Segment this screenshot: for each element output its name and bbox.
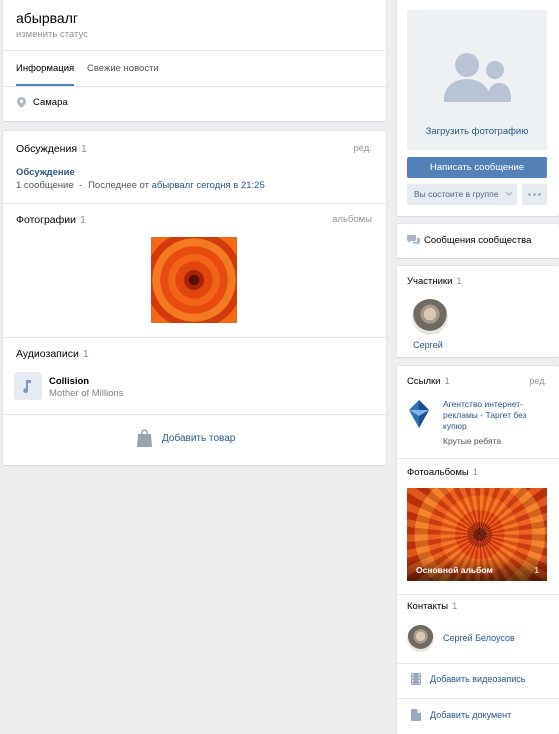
member-name: Сергей xyxy=(413,340,443,350)
divider xyxy=(397,594,559,595)
discussions-edit-link[interactable]: ред. xyxy=(353,143,372,154)
divider xyxy=(3,337,386,338)
community-messages-card[interactable]: Сообщения сообщества xyxy=(397,224,559,258)
avatar xyxy=(412,299,448,335)
discussion-meta: 1 сообщение - Последнее от абырвалг сего… xyxy=(16,180,265,191)
link-title-line: рекламы - Таргет без xyxy=(443,410,527,420)
contacts-header[interactable]: Контакты 1 xyxy=(407,601,457,612)
albums-header[interactable]: Фотоальбомы 1 xyxy=(407,467,478,478)
upload-photo-link[interactable]: Загрузить фотографию xyxy=(407,126,547,137)
add-product-button[interactable]: Добавить товар xyxy=(137,429,235,447)
audio-cover xyxy=(14,372,42,400)
discussion-author-link[interactable]: абырвалг xyxy=(152,180,194,191)
community-messages-label: Сообщения сообщества xyxy=(424,235,532,246)
membership-label: Вы состоите в группе xyxy=(414,189,499,199)
film-icon xyxy=(411,673,421,685)
members-header[interactable]: Участники 1 xyxy=(407,276,462,287)
albums-title: Фотоальбомы xyxy=(407,467,469,478)
photos-title: Фотографии xyxy=(16,214,77,226)
add-document-button[interactable]: Добавить документ xyxy=(411,709,511,721)
document-icon xyxy=(411,709,421,721)
city-value: Самара xyxy=(33,97,68,108)
community-avatar-icon xyxy=(442,48,512,104)
divider xyxy=(397,458,559,459)
avatar-placeholder[interactable]: Загрузить фотографию xyxy=(407,10,547,150)
discussions-title: Обсуждения xyxy=(16,143,78,155)
write-message-label: Написать сообщение xyxy=(429,162,525,173)
audio-count: 1 xyxy=(82,348,89,360)
photos-header[interactable]: Фотографии 1 xyxy=(16,214,86,226)
album-name: Основной альбом xyxy=(416,565,493,575)
avatar-card: Загрузить фотографию Написать сообщение … xyxy=(397,0,559,216)
audio-track-artist: Mother of Millions xyxy=(49,388,124,399)
link-title-line: купюр xyxy=(443,421,467,431)
location-pin-icon xyxy=(17,97,26,108)
divider xyxy=(397,663,559,664)
divider xyxy=(397,698,559,699)
discussion-time-link[interactable]: сегодня в 21:25 xyxy=(196,180,264,191)
links-count: 1 xyxy=(444,376,450,387)
status-edit-link[interactable]: изменить статус xyxy=(16,29,88,40)
audio-track-title: Collision xyxy=(49,376,90,387)
group-name: абырвалг xyxy=(16,10,78,26)
add-video-button[interactable]: Добавить видеозапись xyxy=(411,673,525,685)
photos-count: 1 xyxy=(80,214,86,226)
shopping-bag-icon xyxy=(137,429,152,447)
discussion-meta-separator: - xyxy=(79,180,83,191)
member-item[interactable]: Сергей xyxy=(410,299,450,350)
divider xyxy=(3,86,386,87)
links-header[interactable]: Ссылки 1 xyxy=(407,376,450,387)
link-title-line: Агентство интернет- xyxy=(443,399,524,409)
links-edit-link[interactable]: ред. xyxy=(529,376,547,386)
add-product-label: Добавить товар xyxy=(162,432,236,444)
add-video-label: Добавить видеозапись xyxy=(430,674,526,684)
content-card: Обсуждения 1 ред. Обсуждение 1 сообщение … xyxy=(3,131,386,465)
side-info-card: Ссылки 1 ред. Агентство интернет- рекламы… xyxy=(397,366,559,734)
photo-thumbnail[interactable] xyxy=(151,237,237,323)
agency-logo-icon xyxy=(407,400,431,428)
city-row: Самара xyxy=(17,97,68,108)
divider xyxy=(3,414,386,415)
contacts-title: Контакты xyxy=(407,601,449,612)
write-message-button[interactable]: Написать сообщение xyxy=(407,157,547,178)
chevron-down-icon xyxy=(506,192,512,196)
group-header-card: абырвалг изменить статус Информация Свеж… xyxy=(3,0,386,121)
discussion-message-count: 1 сообщение xyxy=(16,180,74,191)
discussions-count: 1 xyxy=(81,143,87,155)
members-count: 1 xyxy=(456,276,462,287)
album-photo-count: 1 xyxy=(534,565,539,575)
photos-albums-link[interactable]: альбомы xyxy=(332,214,372,225)
audio-title: Аудиозаписи xyxy=(16,348,79,360)
music-note-icon xyxy=(23,379,33,393)
audio-track-row[interactable]: Collision Mother of Millions xyxy=(14,372,374,402)
tab-news-label: Свежие новости xyxy=(87,63,159,74)
link-item[interactable]: Агентство интернет- рекламы - Таргет без… xyxy=(407,398,552,450)
membership-dropdown[interactable]: Вы состоите в группе xyxy=(407,184,517,205)
tab-info[interactable]: Информация xyxy=(16,51,75,86)
more-dots-icon xyxy=(528,193,541,196)
members-card: Участники 1 Сергей xyxy=(397,266,559,357)
divider xyxy=(3,203,386,204)
albums-count: 1 xyxy=(472,467,478,478)
add-document-label: Добавить документ xyxy=(430,710,512,720)
tab-news[interactable]: Свежие новости xyxy=(87,51,159,86)
link-description: Крутые ребята xyxy=(443,436,502,446)
album-cover[interactable]: Основной альбом 1 xyxy=(407,488,547,581)
discussion-topic-link[interactable]: Обсуждение xyxy=(16,167,75,178)
contacts-count: 1 xyxy=(452,601,458,612)
contact-name: Сергей Белоусов xyxy=(443,633,515,643)
links-title: Ссылки xyxy=(407,376,441,387)
more-actions-button[interactable] xyxy=(522,184,547,205)
contact-item[interactable]: Сергей Белоусов xyxy=(407,625,552,653)
tab-info-label: Информация xyxy=(16,63,75,74)
members-title: Участники xyxy=(407,276,453,287)
discussions-header[interactable]: Обсуждения 1 xyxy=(16,143,87,155)
audio-header[interactable]: Аудиозаписи 1 xyxy=(16,348,89,360)
link-title: Агентство интернет- рекламы - Таргет без… xyxy=(443,399,527,432)
avatar xyxy=(407,625,434,652)
chat-bubbles-icon xyxy=(407,235,420,246)
discussion-last-label: Последнее от xyxy=(88,180,149,191)
